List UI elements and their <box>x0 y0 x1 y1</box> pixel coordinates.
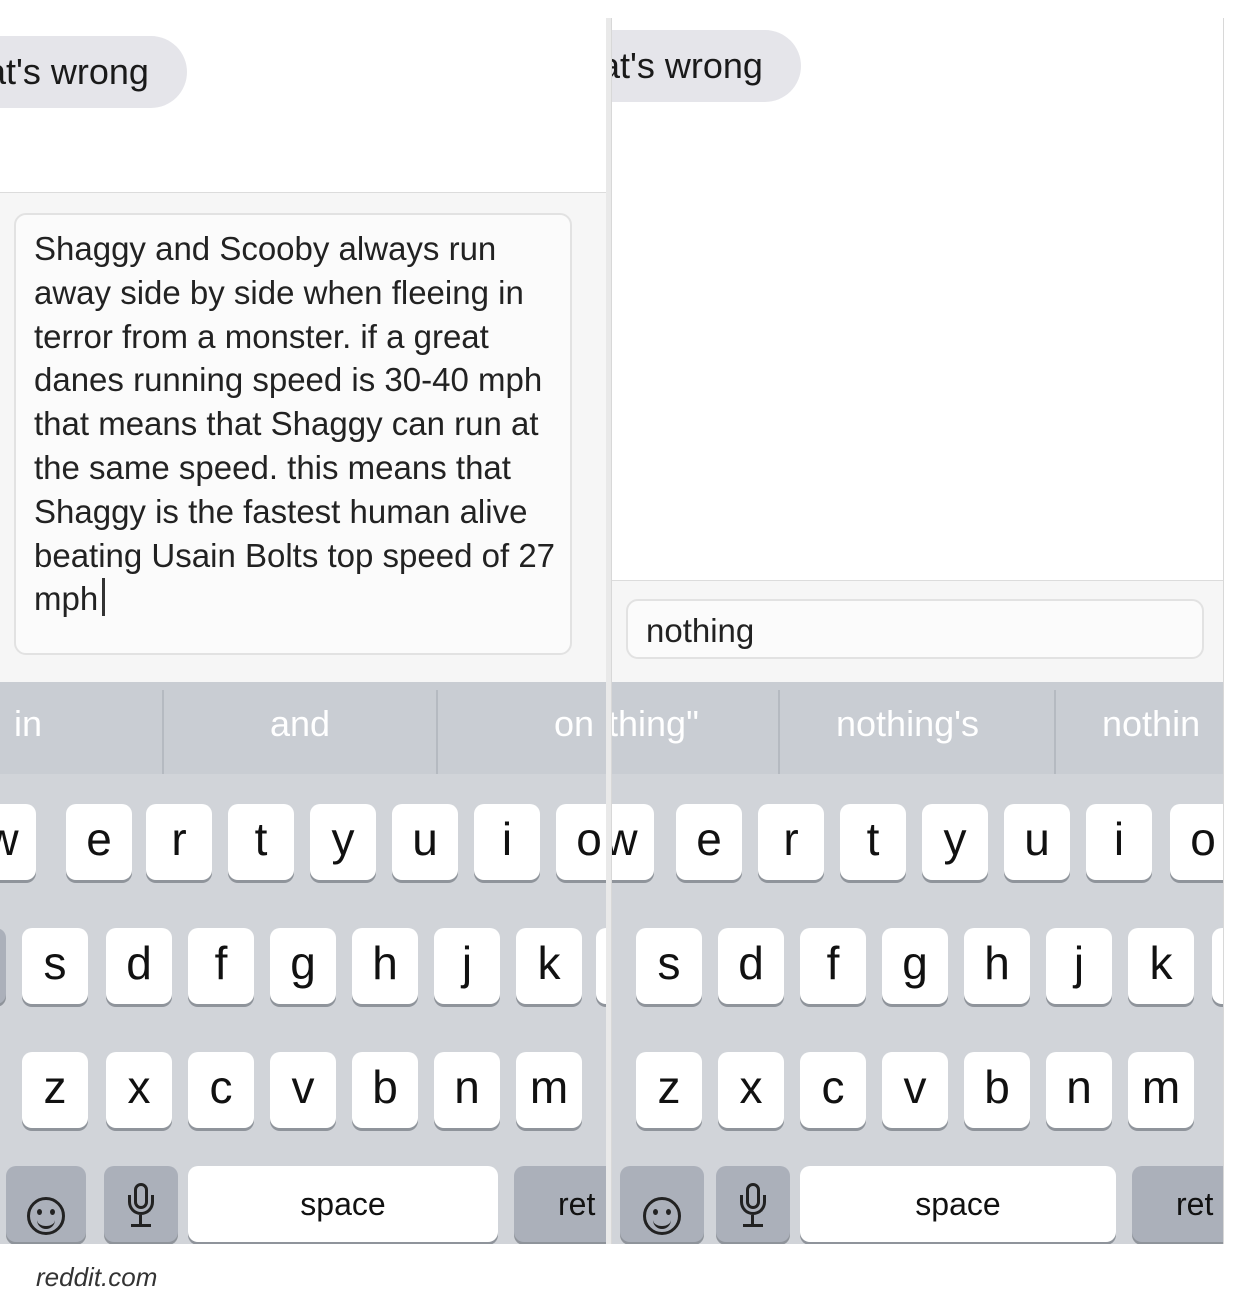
key-y[interactable]: y <box>310 804 376 880</box>
key-c[interactable]: c <box>800 1052 866 1128</box>
key-w[interactable]: w <box>612 804 654 880</box>
keyboard: in and on w e r t y u i o s d f g h j k … <box>0 682 606 1244</box>
dictation-key[interactable] <box>716 1166 790 1242</box>
key-n[interactable]: n <box>1046 1052 1112 1128</box>
predictive-bar: thing" nothing's nothin <box>612 682 1223 774</box>
key-x[interactable]: x <box>106 1052 172 1128</box>
message-input-text: nothing <box>646 612 755 649</box>
key-s[interactable]: s <box>22 928 88 1004</box>
key-m[interactable]: m <box>516 1052 582 1128</box>
compose-bar: Shaggy and Scooby always run away side b… <box>0 192 606 685</box>
prediction-separator <box>1054 690 1056 774</box>
key-s[interactable]: s <box>636 928 702 1004</box>
key-c[interactable]: c <box>188 1052 254 1128</box>
key-k[interactable]: k <box>1128 928 1194 1004</box>
key-y[interactable]: y <box>922 804 988 880</box>
prediction-separator <box>778 690 780 774</box>
dictation-key[interactable] <box>104 1166 178 1242</box>
key-e[interactable]: e <box>676 804 742 880</box>
prediction-separator <box>162 690 164 774</box>
predictive-bar: in and on <box>0 682 606 774</box>
key-i[interactable]: i <box>474 804 540 880</box>
source-credit: reddit.com <box>36 1262 158 1292</box>
received-message-bubble: at's wrong <box>0 36 187 108</box>
compose-bar: nothing <box>612 580 1223 685</box>
key-o[interactable]: o <box>1170 804 1223 880</box>
keyboard: thing" nothing's nothin w e r t y u i o … <box>612 682 1223 1244</box>
prediction-2[interactable]: and <box>270 682 330 774</box>
message-input-text: Shaggy and Scooby always run away side b… <box>34 230 556 618</box>
key-o[interactable]: o <box>556 804 606 880</box>
key-v[interactable]: v <box>270 1052 336 1128</box>
prediction-2[interactable]: nothing's <box>836 682 979 774</box>
space-key[interactable]: space <box>188 1166 498 1242</box>
key-r[interactable]: r <box>758 804 824 880</box>
emoji-icon <box>643 1197 681 1235</box>
key-r[interactable]: r <box>146 804 212 880</box>
prediction-1[interactable]: in <box>14 682 42 774</box>
key-z[interactable]: z <box>22 1052 88 1128</box>
key-d[interactable]: d <box>718 928 784 1004</box>
message-input[interactable]: Shaggy and Scooby always run away side b… <box>14 213 572 655</box>
key-k[interactable]: k <box>516 928 582 1004</box>
microphone-icon <box>738 1183 768 1231</box>
microphone-icon <box>126 1183 156 1231</box>
key-t[interactable]: t <box>840 804 906 880</box>
key-u[interactable]: u <box>392 804 458 880</box>
left-screenshot: at's wrong Shaggy and Scooby always run … <box>0 18 606 1244</box>
emoji-key[interactable] <box>620 1166 704 1242</box>
key-f[interactable]: f <box>188 928 254 1004</box>
emoji-icon <box>27 1197 65 1235</box>
prediction-3[interactable]: nothin <box>1102 682 1200 774</box>
key-h[interactable]: h <box>352 928 418 1004</box>
prediction-separator <box>436 690 438 774</box>
space-key[interactable]: space <box>800 1166 1116 1242</box>
key-a-edge[interactable] <box>0 928 6 1004</box>
key-j[interactable]: j <box>434 928 500 1004</box>
key-v[interactable]: v <box>882 1052 948 1128</box>
return-key[interactable]: ret <box>1132 1166 1223 1242</box>
prediction-1[interactable]: thing" <box>612 682 699 774</box>
key-h[interactable]: h <box>964 928 1030 1004</box>
key-e[interactable]: e <box>66 804 132 880</box>
key-i[interactable]: i <box>1086 804 1152 880</box>
key-l-edge[interactable] <box>596 928 606 1004</box>
text-cursor <box>102 578 106 617</box>
key-b[interactable]: b <box>964 1052 1030 1128</box>
key-f[interactable]: f <box>800 928 866 1004</box>
key-l-edge[interactable] <box>1212 928 1223 1004</box>
key-m[interactable]: m <box>1128 1052 1194 1128</box>
key-w[interactable]: w <box>0 804 36 880</box>
key-z[interactable]: z <box>636 1052 702 1128</box>
key-u[interactable]: u <box>1004 804 1070 880</box>
key-g[interactable]: g <box>882 928 948 1004</box>
message-input[interactable]: nothing <box>626 599 1204 659</box>
key-x[interactable]: x <box>718 1052 784 1128</box>
received-message-bubble: at's wrong <box>612 30 801 102</box>
prediction-3[interactable]: on <box>554 682 594 774</box>
key-n[interactable]: n <box>434 1052 500 1128</box>
key-t[interactable]: t <box>228 804 294 880</box>
key-g[interactable]: g <box>270 928 336 1004</box>
key-j[interactable]: j <box>1046 928 1112 1004</box>
key-b[interactable]: b <box>352 1052 418 1128</box>
right-screenshot: at's wrong nothing thing" nothing's noth… <box>611 18 1224 1244</box>
key-d[interactable]: d <box>106 928 172 1004</box>
emoji-key[interactable] <box>6 1166 86 1242</box>
return-key[interactable]: ret <box>514 1166 606 1242</box>
